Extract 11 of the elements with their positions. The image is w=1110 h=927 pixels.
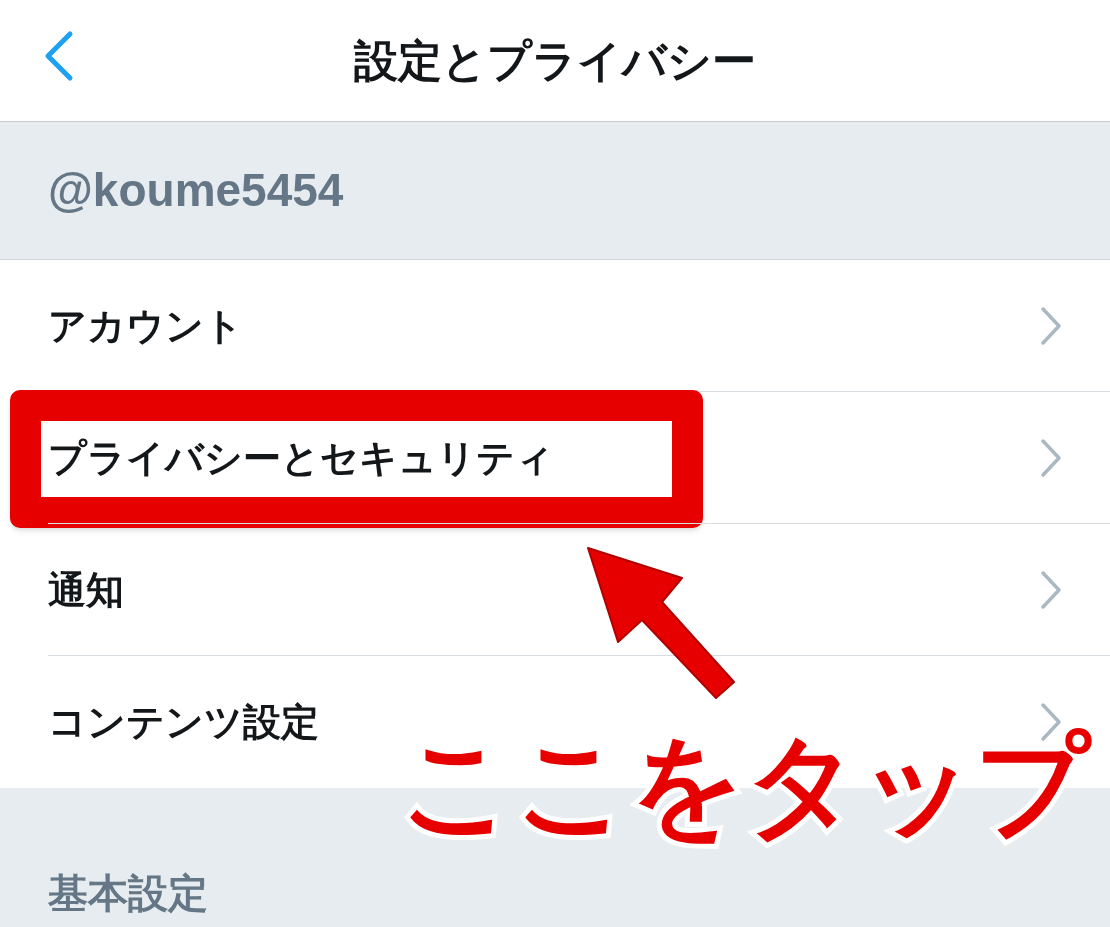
menu-item-label[interactable]: コンテンツ設定 <box>0 693 319 751</box>
menu-item-label[interactable]: 通知 <box>0 561 124 619</box>
chevron-right-icon <box>1040 570 1062 610</box>
section-header: 基本設定 <box>48 870 208 917</box>
chevron-right-icon <box>1040 306 1062 346</box>
chevron-right-icon <box>1040 438 1062 478</box>
screen-title: 設定とプライバシー <box>354 34 756 87</box>
menu-item-label[interactable]: プライバシーとセキュリティ <box>0 429 554 487</box>
account-handle: @koume5454 <box>48 163 344 218</box>
menu-item-label[interactable]: アカウント <box>0 297 243 355</box>
callout-text: ここをタップ <box>400 730 1090 842</box>
